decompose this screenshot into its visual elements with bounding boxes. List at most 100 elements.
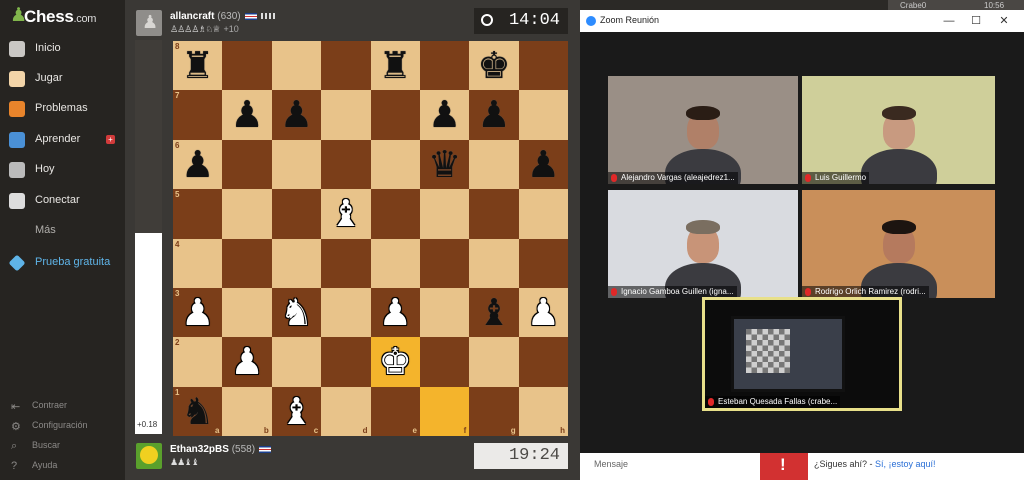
square-g2[interactable]	[469, 337, 519, 387]
square-b4[interactable]	[222, 238, 272, 288]
white-piece-h3[interactable]: ♟	[519, 288, 568, 337]
video-tile[interactable]: Rodrigo Orlich Ramirez (rodri...	[802, 190, 995, 298]
chesscom-logo[interactable]: ♟ Chess.com	[10, 5, 120, 29]
square-f1[interactable]: f	[419, 386, 470, 437]
black-piece-g8[interactable]: ♚	[469, 41, 518, 90]
white-piece-c3[interactable]: ♞	[272, 288, 321, 337]
sidebar-item-más[interactable]: Más	[0, 219, 125, 245]
sidebar-item-prueba-gratuita[interactable]: Prueba gratuita	[0, 251, 125, 277]
zoom-window: Zoom Reunión — ☐ ✕ Alejandro Vargas (ale…	[580, 10, 1024, 453]
square-b3[interactable]	[222, 287, 272, 338]
black-piece-g3[interactable]: ♝	[469, 288, 518, 337]
sidebar-footer-ayuda[interactable]: ? Ayuda	[0, 457, 125, 475]
video-tile[interactable]: Alejandro Vargas (aleajedrez1...	[608, 76, 798, 184]
square-f2[interactable]	[419, 337, 470, 387]
white-piece-b2[interactable]: ♟	[222, 337, 271, 386]
top-player-avatar[interactable]: ♟	[136, 10, 162, 36]
sidebar-footer-contraer[interactable]: ⇤ Contraer	[0, 397, 125, 415]
square-f4[interactable]	[419, 238, 470, 288]
square-b6[interactable]	[222, 139, 272, 190]
square-d7[interactable]	[321, 90, 371, 140]
video-tile[interactable]: Esteban Quesada Fallas (crabe...	[702, 297, 902, 411]
black-piece-a8[interactable]: ♜	[173, 41, 222, 90]
membership-icon	[260, 13, 275, 20]
square-b5[interactable]	[222, 189, 272, 239]
square-f5[interactable]	[419, 189, 470, 239]
message-input-label[interactable]: Mensaje	[594, 459, 628, 469]
square-d6[interactable]	[321, 139, 371, 190]
black-piece-f6[interactable]: ♛	[420, 140, 469, 189]
bottom-player-name[interactable]: Ethan32pBS	[170, 444, 229, 455]
square-c8[interactable]	[271, 41, 322, 91]
square-d2[interactable]	[321, 337, 371, 387]
white-piece-c1[interactable]: ♝	[272, 387, 321, 436]
square-g6[interactable]	[469, 139, 519, 190]
chess-board[interactable]: 8 7 6 5 4 3 2 1 a b c d e f g h ♜ ♜ ♚ ♟ ♟ ♟ ♟ ♟ ♛ ♟ ♝ ♟ ♞ ♟ ♝ ♟ ♟ ♚ ♞ ♝	[173, 41, 569, 437]
black-piece-e8[interactable]: ♜	[371, 41, 420, 90]
square-b8[interactable]	[222, 41, 272, 91]
sidebar-item-aprender[interactable]: Aprender +	[0, 128, 125, 154]
square-c6[interactable]	[271, 139, 322, 190]
minimize-button[interactable]: —	[939, 13, 959, 29]
sidebar-item-inicio[interactable]: Inicio	[0, 37, 125, 63]
square-c5[interactable]	[271, 189, 322, 239]
sidebar-item-label: Aprender	[35, 133, 81, 145]
file-label: f	[463, 426, 467, 436]
im-here-link[interactable]: Sí, ¡estoy aquí!	[875, 459, 936, 469]
maximize-button[interactable]: ☐	[966, 13, 986, 29]
square-a5[interactable]: 5	[173, 189, 223, 239]
video-tile[interactable]: Luis Guillermo	[802, 76, 995, 184]
square-h7[interactable]	[518, 90, 569, 140]
sidebar-item-problemas[interactable]: Problemas	[0, 97, 125, 123]
bottom-player-avatar[interactable]	[136, 443, 162, 469]
black-piece-g7[interactable]: ♟	[469, 90, 518, 139]
square-c2[interactable]	[271, 337, 322, 387]
square-d8[interactable]	[321, 41, 371, 91]
white-piece-a3[interactable]: ♟	[173, 288, 222, 337]
video-tile[interactable]: Ignacio Gamboa Guillen (igna...	[608, 190, 798, 298]
square-g4[interactable]	[469, 238, 519, 288]
sidebar-footer-buscar[interactable]: ⌕ Buscar	[0, 437, 125, 455]
sidebar-footer-configuración[interactable]: ⚙ Configuración	[0, 417, 125, 435]
file-label: b	[263, 426, 269, 436]
white-piece-e2[interactable]: ♚	[371, 337, 420, 386]
square-c4[interactable]	[271, 238, 322, 288]
square-a2[interactable]: 2	[173, 337, 223, 387]
square-d3[interactable]	[321, 287, 371, 338]
black-piece-b7[interactable]: ♟	[222, 90, 271, 139]
sidebar-item-hoy[interactable]: Hoy	[0, 158, 125, 184]
square-f3[interactable]	[419, 287, 470, 338]
zoom-title-bar[interactable]: Zoom Reunión — ☐ ✕	[580, 10, 1024, 32]
square-e5[interactable]	[370, 189, 420, 239]
square-h5[interactable]	[518, 189, 569, 239]
black-piece-a6[interactable]: ♟	[173, 140, 222, 189]
white-piece-e3[interactable]: ♟	[371, 288, 420, 337]
laptop-screen	[731, 316, 845, 392]
black-piece-f7[interactable]: ♟	[420, 90, 469, 139]
black-piece-h6[interactable]: ♟	[519, 140, 568, 189]
white-piece-d5[interactable]: ♝	[321, 189, 370, 238]
square-a4[interactable]: 4	[173, 238, 223, 288]
top-player-name[interactable]: allancraft	[170, 11, 214, 22]
square-h1[interactable]: h	[518, 386, 569, 437]
square-b1[interactable]: b	[222, 386, 272, 437]
square-f8[interactable]	[419, 41, 470, 91]
black-piece-c7[interactable]: ♟	[272, 90, 321, 139]
square-e1[interactable]: e	[370, 386, 420, 437]
square-d4[interactable]	[321, 238, 371, 288]
collapse-icon: ⇤	[11, 401, 21, 413]
sidebar-item-jugar[interactable]: Jugar	[0, 67, 125, 93]
square-e4[interactable]	[370, 238, 420, 288]
sidebar-item-conectar[interactable]: Conectar	[0, 189, 125, 215]
square-e6[interactable]	[370, 139, 420, 190]
black-piece-a1[interactable]: ♞	[173, 387, 222, 436]
square-g1[interactable]: g	[469, 386, 519, 437]
square-e7[interactable]	[370, 90, 420, 140]
square-g5[interactable]	[469, 189, 519, 239]
square-h2[interactable]	[518, 337, 569, 387]
square-d1[interactable]: d	[321, 386, 371, 437]
square-h8[interactable]	[518, 41, 569, 91]
square-h4[interactable]	[518, 238, 569, 288]
close-button[interactable]: ✕	[994, 13, 1014, 29]
square-a7[interactable]: 7	[173, 90, 223, 140]
